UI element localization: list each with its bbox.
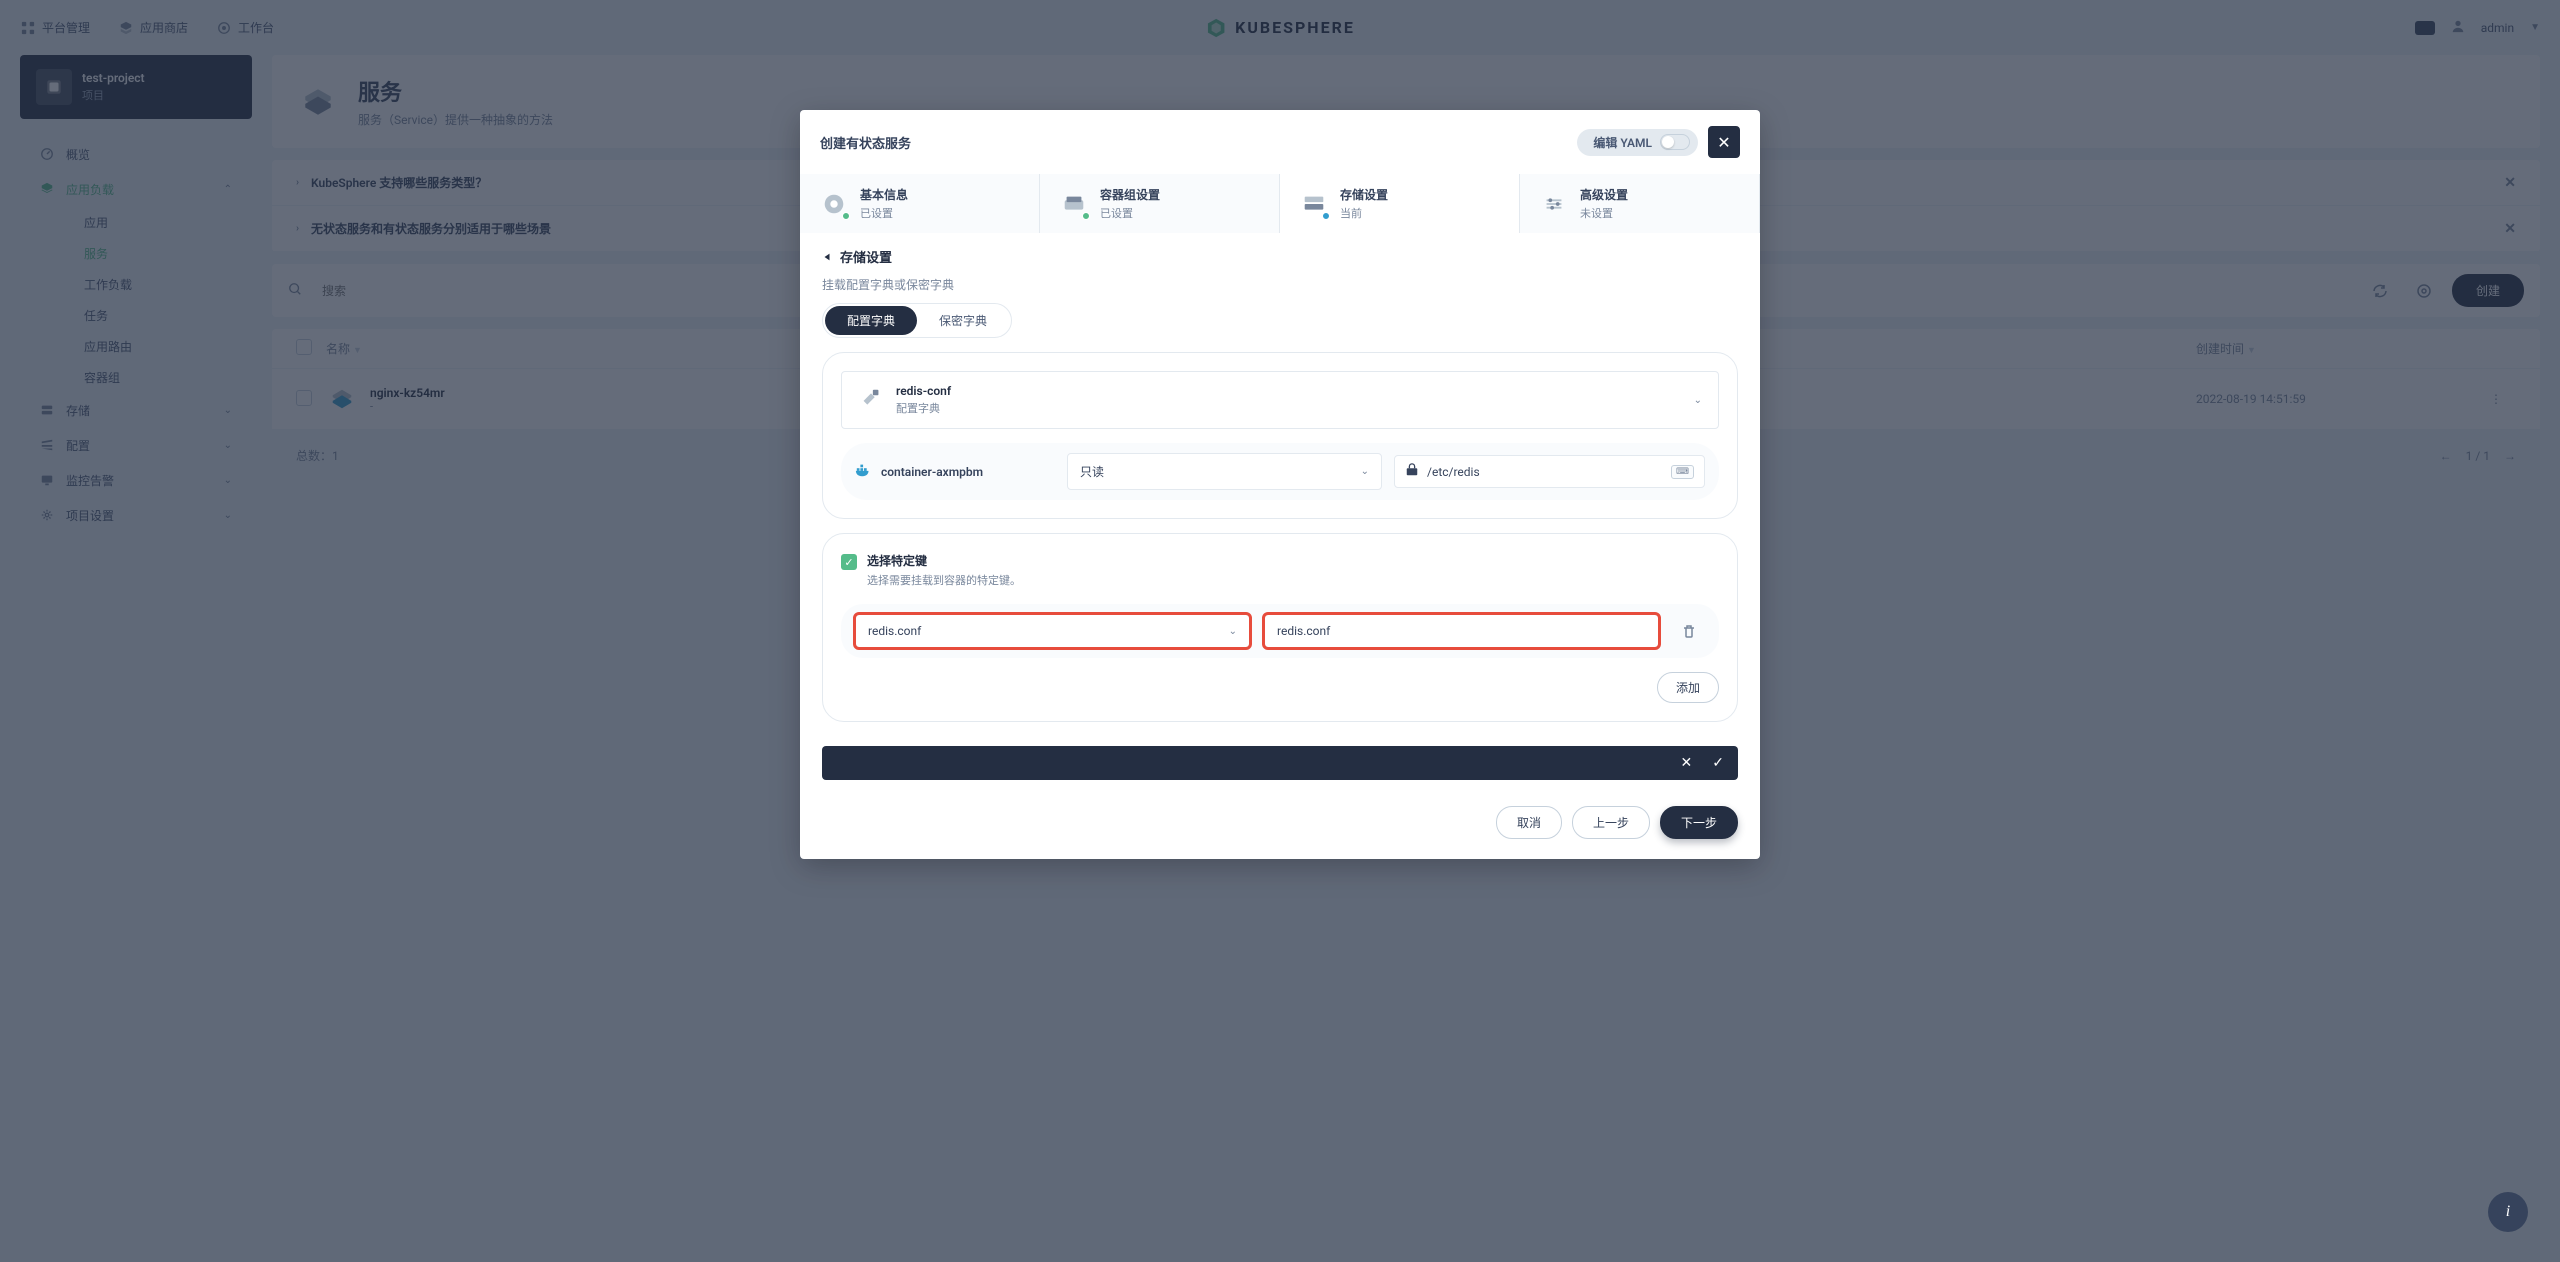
docker-icon <box>855 461 873 482</box>
mode-select[interactable]: 只读 ⌄ <box>1067 453 1382 490</box>
create-service-modal: 创建有状态服务 编辑 YAML ✕ 基本信息已设置 容器组设置已设置 存储设置当… <box>800 110 1760 859</box>
toggle-switch[interactable] <box>1660 134 1690 150</box>
keys-title: 选择特定键 <box>867 552 1021 569</box>
chevron-down-icon: ⌄ <box>1361 466 1369 477</box>
configmap-select[interactable]: redis-conf 配置字典 ⌄ <box>841 371 1719 429</box>
step-advanced[interactable]: 高级设置未设置 <box>1520 174 1760 233</box>
pod-icon <box>1058 188 1090 220</box>
help-fab[interactable]: i <box>2488 1192 2528 1232</box>
next-button[interactable]: 下一步 <box>1660 806 1738 839</box>
advanced-icon <box>1538 188 1570 220</box>
step-storage[interactable]: 存储设置当前 <box>1280 174 1520 233</box>
chevron-down-icon: ⌄ <box>1694 395 1702 406</box>
tab-pills: 配置字典 保密字典 <box>822 303 1012 338</box>
specific-keys-checkbox[interactable]: ✓ <box>841 554 857 570</box>
path-icon <box>1405 463 1419 480</box>
hammer-icon <box>858 386 884 415</box>
specific-keys-card: ✓ 选择特定键 选择需要挂载到容器的特定键。 redis.conf ⌄ 添加 <box>822 533 1738 722</box>
modal-backdrop: 创建有状态服务 编辑 YAML ✕ 基本信息已设置 容器组设置已设置 存储设置当… <box>0 0 2560 1262</box>
yaml-toggle[interactable]: 编辑 YAML <box>1577 129 1698 156</box>
modal-title: 创建有状态服务 <box>820 133 911 152</box>
storage-step-icon <box>1298 188 1330 220</box>
file-input[interactable] <box>1264 614 1659 648</box>
path-input-wrap: ⌨ <box>1394 455 1705 488</box>
configmap-name: redis-conf <box>896 384 951 398</box>
prev-button[interactable]: 上一步 <box>1572 806 1650 839</box>
mount-path-input[interactable] <box>1427 465 1663 479</box>
pill-secret[interactable]: 保密字典 <box>917 306 1009 335</box>
chevron-down-icon: ⌄ <box>1229 626 1237 637</box>
pill-configmap[interactable]: 配置字典 <box>825 306 917 335</box>
modal-footer: 取消 上一步 下一步 <box>800 794 1760 859</box>
step-pod[interactable]: 容器组设置已设置 <box>1040 174 1280 233</box>
keyboard-icon: ⌨ <box>1671 465 1694 479</box>
mount-row: container-axmpbm 只读 ⌄ ⌨ <box>841 443 1719 500</box>
delete-icon[interactable] <box>1673 615 1705 647</box>
discard-button[interactable]: ✕ <box>1681 755 1693 771</box>
add-key-button[interactable]: 添加 <box>1657 672 1719 703</box>
wizard-steps: 基本信息已设置 容器组设置已设置 存储设置当前 高级设置未设置 <box>800 174 1760 233</box>
triangle-icon <box>822 252 832 262</box>
configmap-type: 配置字典 <box>896 400 951 416</box>
mount-card: redis-conf 配置字典 ⌄ container-axmpbm 只读 ⌄ <box>822 352 1738 519</box>
confirm-button[interactable]: ✓ <box>1712 755 1724 771</box>
key-select[interactable]: redis.conf ⌄ <box>855 614 1250 648</box>
basic-info-icon <box>818 188 850 220</box>
key-mapping-row: redis.conf ⌄ <box>841 604 1719 658</box>
panel-title: 存储设置 <box>800 233 1760 276</box>
keys-desc: 选择需要挂载到容器的特定键。 <box>867 572 1021 588</box>
step-basic[interactable]: 基本信息已设置 <box>800 174 1040 233</box>
section-label: 挂载配置字典或保密字典 <box>822 276 1738 293</box>
modal-close-button[interactable]: ✕ <box>1708 126 1740 158</box>
confirm-bar: ✕ ✓ <box>822 746 1738 780</box>
cancel-button[interactable]: 取消 <box>1496 806 1562 839</box>
container-name: container-axmpbm <box>881 465 983 479</box>
